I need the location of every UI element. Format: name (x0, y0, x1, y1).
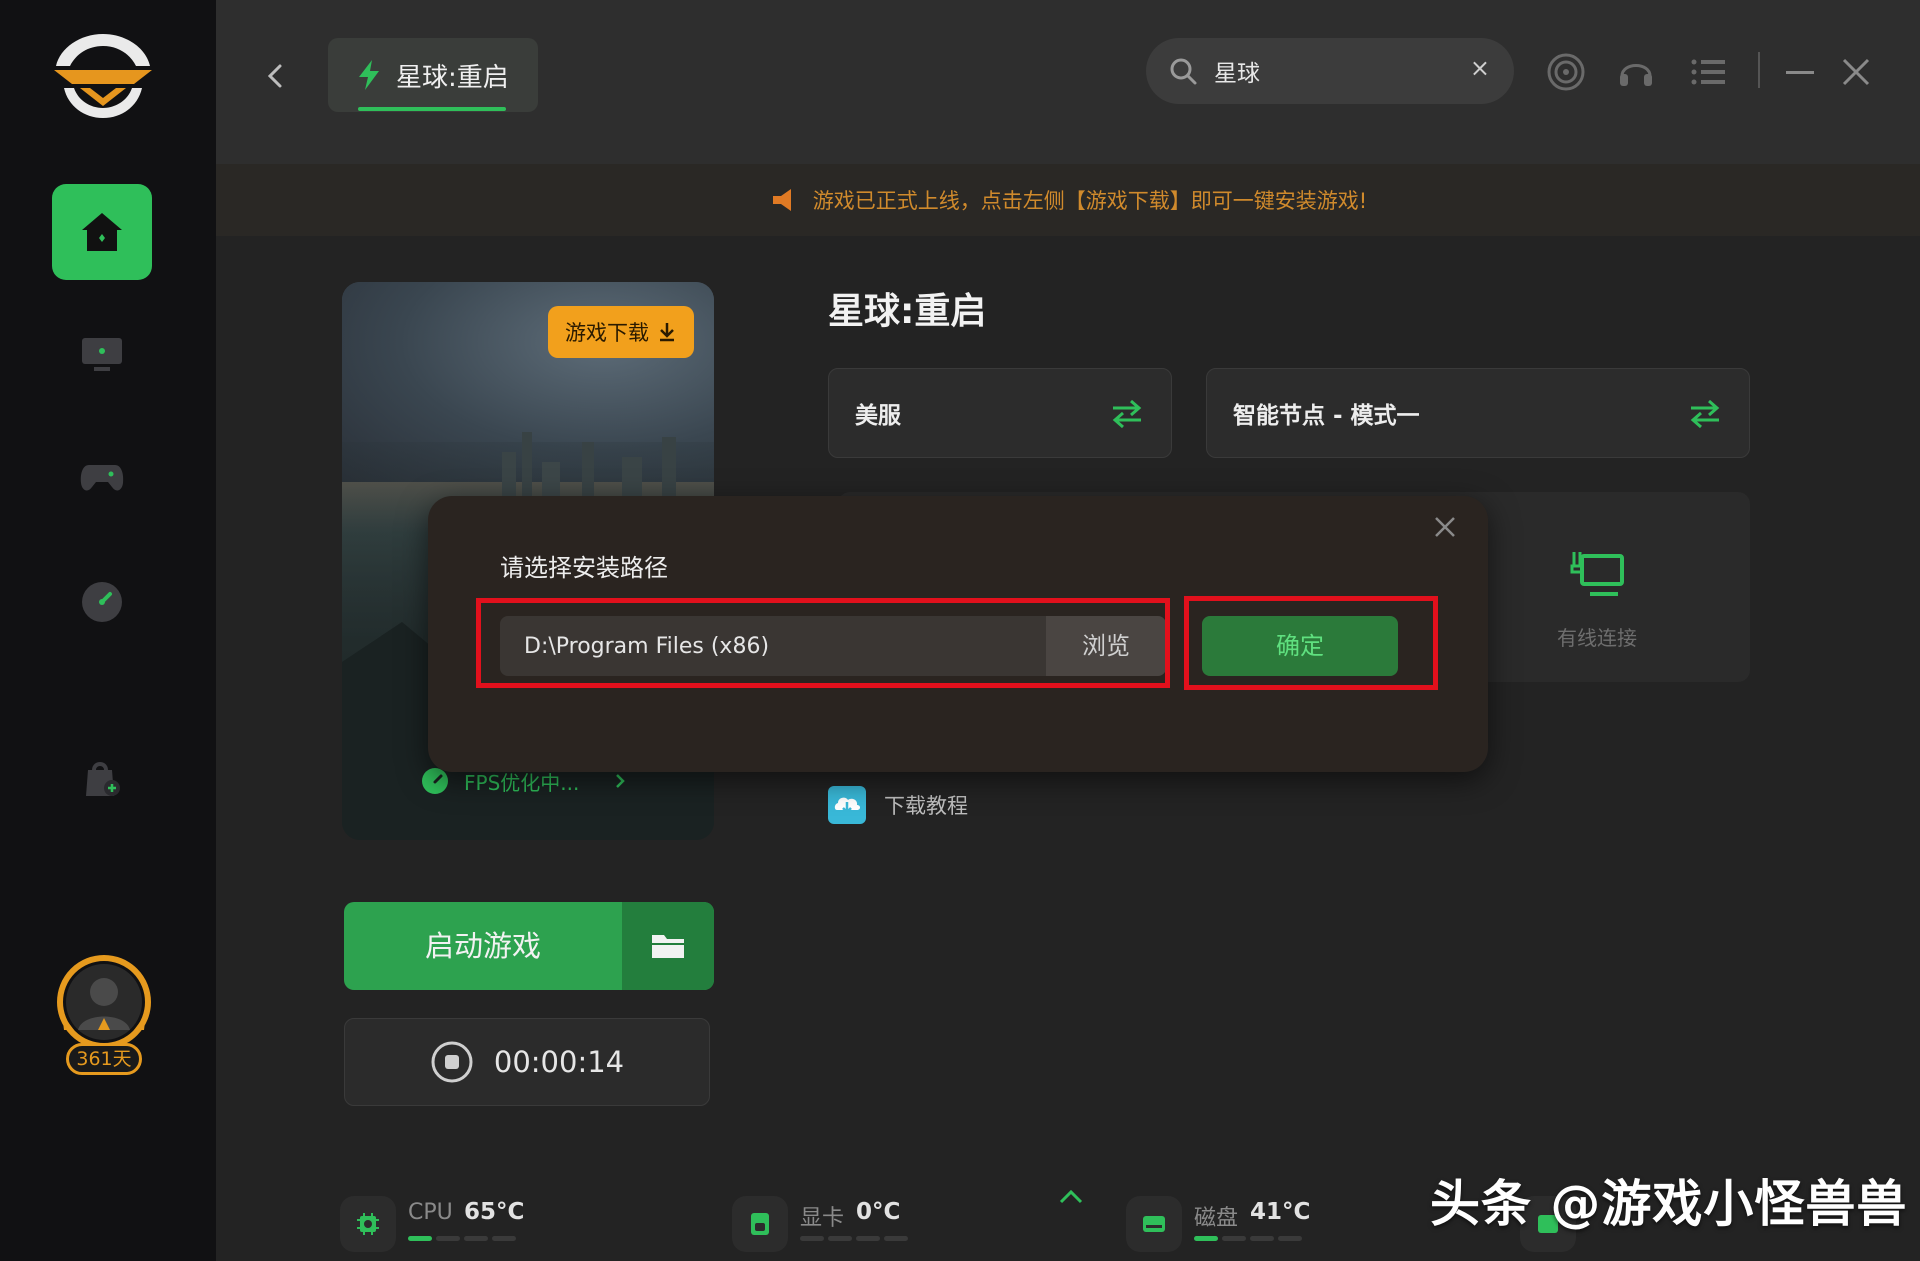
search-bar[interactable]: 星球 × (1146, 38, 1514, 104)
swap-icon (1690, 399, 1720, 429)
stop-icon[interactable] (430, 1040, 474, 1084)
session-timer: 00:00:14 (344, 1018, 710, 1106)
megaphone-icon (772, 189, 791, 211)
disk-temp: 41°C (1250, 1199, 1311, 1225)
highlight-box-path (476, 598, 1170, 688)
tab-label: 星球:重启 (396, 62, 509, 93)
lightning-icon (359, 60, 379, 90)
tab-active-indicator (358, 107, 506, 111)
shopping-bag-icon (86, 762, 120, 796)
level-segment (1222, 1236, 1246, 1241)
level-segment (408, 1236, 432, 1241)
notice-text: 游戏已正式上线，点击左侧【游戏下载】即可一键安装游戏! (812, 189, 1368, 213)
dialog-title: 请选择安装路径 (500, 554, 668, 582)
level-segment (464, 1236, 488, 1241)
dialog-close-icon[interactable] (1430, 512, 1460, 542)
node-selector[interactable]: 智能节点 - 模式一 (1206, 368, 1750, 458)
disk-temp-bar (1194, 1236, 1302, 1241)
level-segment (436, 1236, 460, 1241)
close-icon[interactable] (1836, 52, 1876, 92)
gauge-icon (82, 582, 122, 622)
gpu-temp: 0°C (856, 1199, 901, 1225)
chevron-right-icon (616, 774, 626, 788)
gpu-temp-bar (800, 1236, 908, 1241)
level-segment (1194, 1236, 1218, 1241)
wired-connection-label: 有线连接 (1557, 626, 1637, 650)
download-label: 游戏下载 (565, 321, 649, 345)
level-segment (828, 1236, 852, 1241)
game-title: 星球:重启 (828, 291, 987, 332)
watermark-text: 头条 @游戏小怪兽兽 (1430, 1175, 1908, 1233)
cpu-icon (340, 1196, 396, 1252)
level-segment (800, 1236, 824, 1241)
wired-connection-icon[interactable] (1552, 546, 1644, 602)
gpu-icon (732, 1196, 788, 1252)
highlight-box-confirm (1184, 596, 1438, 690)
app-logo (54, 34, 152, 118)
sidebar-item-store[interactable] (52, 730, 152, 826)
monitor-icon (82, 338, 122, 371)
sidebar-item-speedtest[interactable] (52, 554, 152, 650)
target-icon[interactable] (1546, 52, 1586, 92)
node-label: 智能节点 - 模式一 (1233, 403, 1420, 429)
swap-icon (1112, 399, 1142, 429)
timer-value: 00:00:14 (493, 1045, 625, 1079)
search-icon (1170, 58, 1197, 85)
gpu-label: 显卡 (800, 1206, 845, 1231)
open-folder-button[interactable] (622, 902, 714, 990)
disk-label: 磁盘 (1194, 1206, 1239, 1231)
level-segment (856, 1236, 880, 1241)
disk-icon (1126, 1196, 1182, 1252)
app-window: 361天 星球:重启 星球 × 游戏已正式上线，点击左侧【游戏下载】即可一键安装… (0, 0, 1920, 1261)
level-segment (1278, 1236, 1302, 1241)
menu-icon[interactable] (1688, 52, 1728, 92)
launch-game-button[interactable]: 启动游戏 (344, 902, 714, 990)
back-arrow-icon[interactable] (262, 60, 290, 92)
cloud-download-icon (828, 786, 866, 824)
home-icon (82, 213, 122, 251)
tab-current-game[interactable]: 星球:重启 (328, 38, 538, 112)
server-selector[interactable]: 美服 (828, 368, 1172, 458)
membership-days-badge: 361天 (66, 1043, 142, 1075)
headset-icon[interactable] (1616, 52, 1656, 92)
chevron-up-icon[interactable] (1056, 1186, 1086, 1206)
level-segment (1250, 1236, 1274, 1241)
level-segment (884, 1236, 908, 1241)
notice-banner: 游戏已正式上线，点击左侧【游戏下载】即可一键安装游戏! (216, 164, 1920, 236)
launch-label: 启动游戏 (424, 929, 541, 963)
sidebar-item-accelerate[interactable] (52, 306, 152, 402)
search-input[interactable]: 星球 (1214, 54, 1260, 88)
cpu-temp-bar (408, 1236, 516, 1241)
search-clear-button[interactable]: × (1470, 54, 1490, 82)
game-download-button[interactable]: 游戏下载 (548, 306, 694, 358)
cpu-label: CPU (408, 1200, 453, 1225)
download-icon (660, 323, 674, 342)
download-tutorial-link[interactable]: 下载教程 (828, 786, 968, 824)
sidebar-item-home[interactable] (52, 184, 152, 280)
tutorial-label: 下载教程 (884, 794, 968, 818)
toolbar-divider (1758, 52, 1760, 88)
gamepad-icon (80, 465, 124, 491)
minimize-icon[interactable] (1780, 52, 1820, 92)
cpu-temp: 65°C (464, 1199, 525, 1225)
server-label: 美服 (855, 403, 901, 429)
sidebar-item-games[interactable] (52, 430, 152, 526)
level-segment (492, 1236, 516, 1241)
folder-icon (652, 935, 684, 958)
